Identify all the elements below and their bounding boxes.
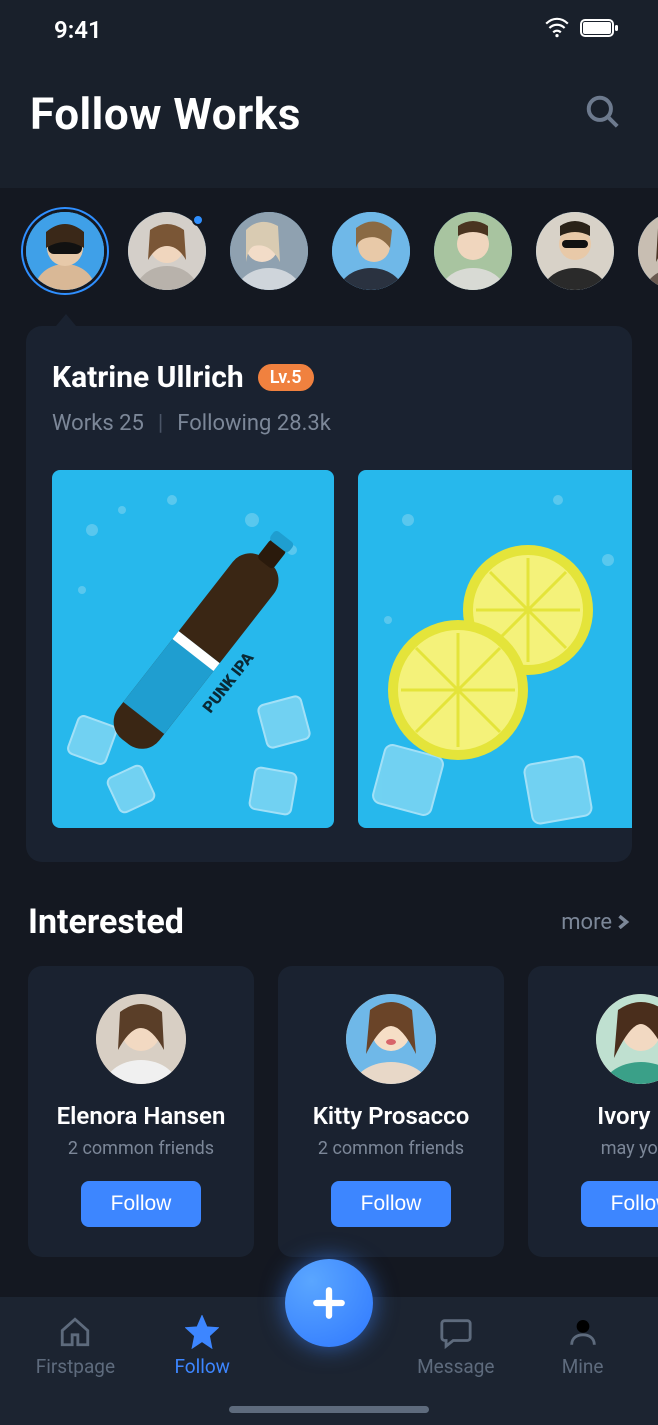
tab-follow[interactable]: Follow <box>147 1315 257 1378</box>
interested-name: Kitty Prosacco <box>313 1102 470 1130</box>
page-title: Follow Works <box>30 88 301 140</box>
tab-label: Mine <box>562 1355 604 1378</box>
interested-header: Interested more <box>0 902 658 966</box>
works-count: Works 25 <box>52 411 144 436</box>
more-label: more <box>561 910 612 935</box>
story-avatar[interactable] <box>638 212 658 290</box>
work-thumbnail[interactable] <box>358 470 632 828</box>
story-strip[interactable] <box>0 188 658 314</box>
tab-firstpage[interactable]: Firstpage <box>20 1315 130 1378</box>
interested-card[interactable]: Ivory Ku may you k Follow <box>528 966 658 1257</box>
more-link[interactable]: more <box>561 910 630 935</box>
message-icon <box>439 1315 473 1349</box>
avatar <box>596 994 658 1084</box>
battery-icon <box>580 18 620 42</box>
page-header: Follow Works <box>0 60 658 188</box>
tab-message[interactable]: Message <box>401 1315 511 1378</box>
wifi-icon <box>544 15 570 45</box>
interested-card[interactable]: Kitty Prosacco 2 common friends Follow <box>278 966 504 1257</box>
story-avatar[interactable] <box>128 212 206 290</box>
interested-name: Ivory Ku <box>597 1102 658 1130</box>
status-icons <box>544 15 620 45</box>
tab-label: Follow <box>174 1355 230 1378</box>
follow-button[interactable]: Follow <box>581 1181 658 1227</box>
new-indicator-dot <box>192 214 204 226</box>
status-time: 9:41 <box>54 16 102 44</box>
interested-strip[interactable]: Elenora Hansen 2 common friends Follow K… <box>0 966 658 1257</box>
divider: | <box>158 411 163 436</box>
home-icon <box>58 1315 92 1349</box>
section-title: Interested <box>28 902 184 942</box>
chevron-right-icon <box>616 915 630 929</box>
card-pointer <box>56 314 76 326</box>
avatar <box>96 994 186 1084</box>
story-avatar[interactable] <box>332 212 410 290</box>
interested-sub: 2 common friends <box>318 1138 464 1159</box>
interested-sub: may you k <box>601 1138 658 1159</box>
story-avatar[interactable] <box>26 212 104 290</box>
follow-button[interactable]: Follow <box>331 1181 452 1227</box>
add-button[interactable] <box>285 1259 373 1347</box>
avatar <box>346 994 436 1084</box>
story-avatar[interactable] <box>434 212 512 290</box>
interested-name: Elenora Hansen <box>57 1102 226 1130</box>
tab-label: Firstpage <box>36 1355 115 1378</box>
following-count: Following 28.3k <box>177 411 331 436</box>
search-button[interactable] <box>584 93 622 135</box>
interested-sub: 2 common friends <box>68 1138 214 1159</box>
home-indicator <box>229 1406 429 1413</box>
star-icon <box>185 1315 219 1349</box>
story-avatar[interactable] <box>536 212 614 290</box>
featured-user-card: Katrine Ullrich Lv.5 Works 25 | Followin… <box>26 326 632 862</box>
follow-button[interactable]: Follow <box>81 1181 202 1227</box>
level-badge: Lv.5 <box>258 364 314 391</box>
tab-mine[interactable]: Mine <box>528 1315 638 1378</box>
plus-icon <box>310 1284 348 1322</box>
works-strip[interactable]: PUNK IPA <box>52 470 632 828</box>
tab-label: Message <box>417 1355 494 1378</box>
work-thumbnail[interactable]: PUNK IPA <box>52 470 334 828</box>
status-bar: 9:41 <box>0 0 658 60</box>
user-icon <box>566 1315 600 1349</box>
search-icon <box>584 93 622 131</box>
story-avatar[interactable] <box>230 212 308 290</box>
interested-card[interactable]: Elenora Hansen 2 common friends Follow <box>28 966 254 1257</box>
featured-user-name[interactable]: Katrine Ullrich <box>52 360 244 395</box>
